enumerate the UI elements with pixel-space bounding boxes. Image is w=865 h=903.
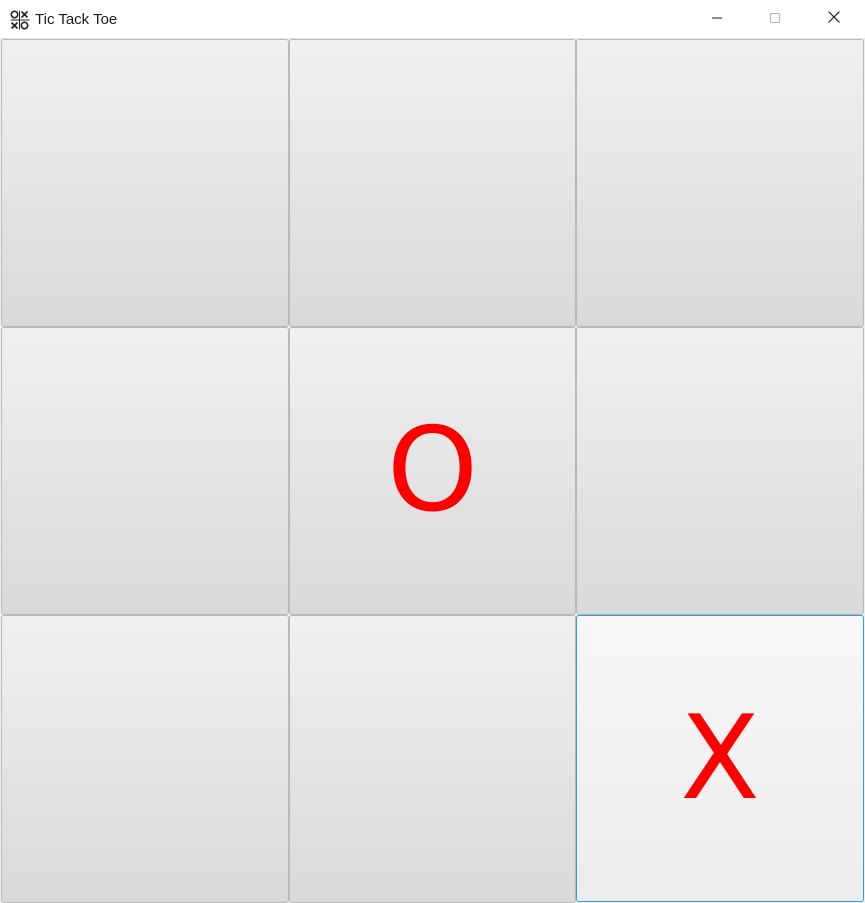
maximize-button[interactable] (746, 0, 804, 39)
app-window: Tic Tack Toe O X (0, 0, 865, 903)
title-bar[interactable]: Tic Tack Toe (0, 0, 865, 39)
cell-1-1[interactable] (1, 39, 289, 327)
cell-3-3[interactable]: X (576, 615, 864, 902)
window-title: Tic Tack Toe (35, 11, 118, 28)
minimize-button[interactable] (688, 0, 746, 39)
close-icon (827, 10, 841, 29)
cell-2-2[interactable]: O (289, 327, 576, 615)
cell-mark: X (680, 690, 760, 826)
cell-mark: O (386, 403, 479, 538)
tic-tac-toe-icon (10, 10, 30, 30)
cell-1-3[interactable] (576, 39, 864, 327)
close-button[interactable] (805, 0, 863, 39)
cell-2-1[interactable] (1, 327, 289, 615)
game-board: O X (1, 39, 864, 903)
cell-2-3[interactable] (576, 327, 864, 615)
cell-1-2[interactable] (289, 39, 576, 327)
cell-3-2[interactable] (289, 615, 576, 903)
minimize-icon (711, 11, 723, 29)
maximize-icon (769, 11, 781, 29)
cell-3-1[interactable] (1, 615, 289, 903)
